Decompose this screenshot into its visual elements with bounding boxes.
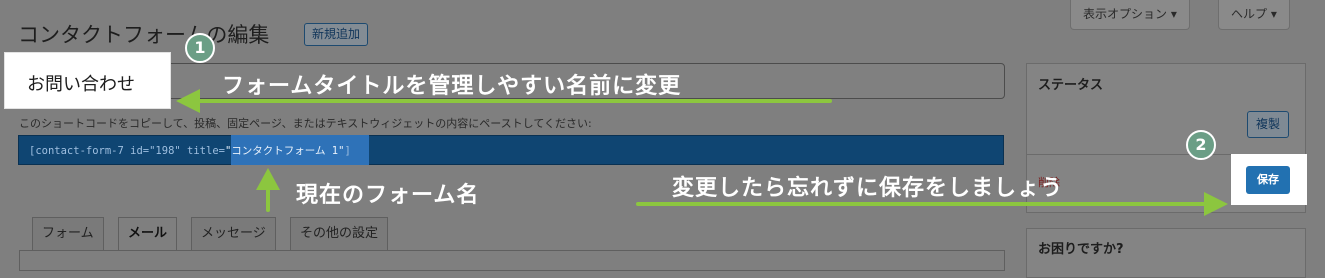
annotation-arrows — [176, 89, 1228, 216]
arrow-to-title-head — [176, 89, 200, 113]
arrow-to-shortcode-head — [256, 168, 280, 190]
arrow-to-save-head — [1204, 192, 1228, 216]
